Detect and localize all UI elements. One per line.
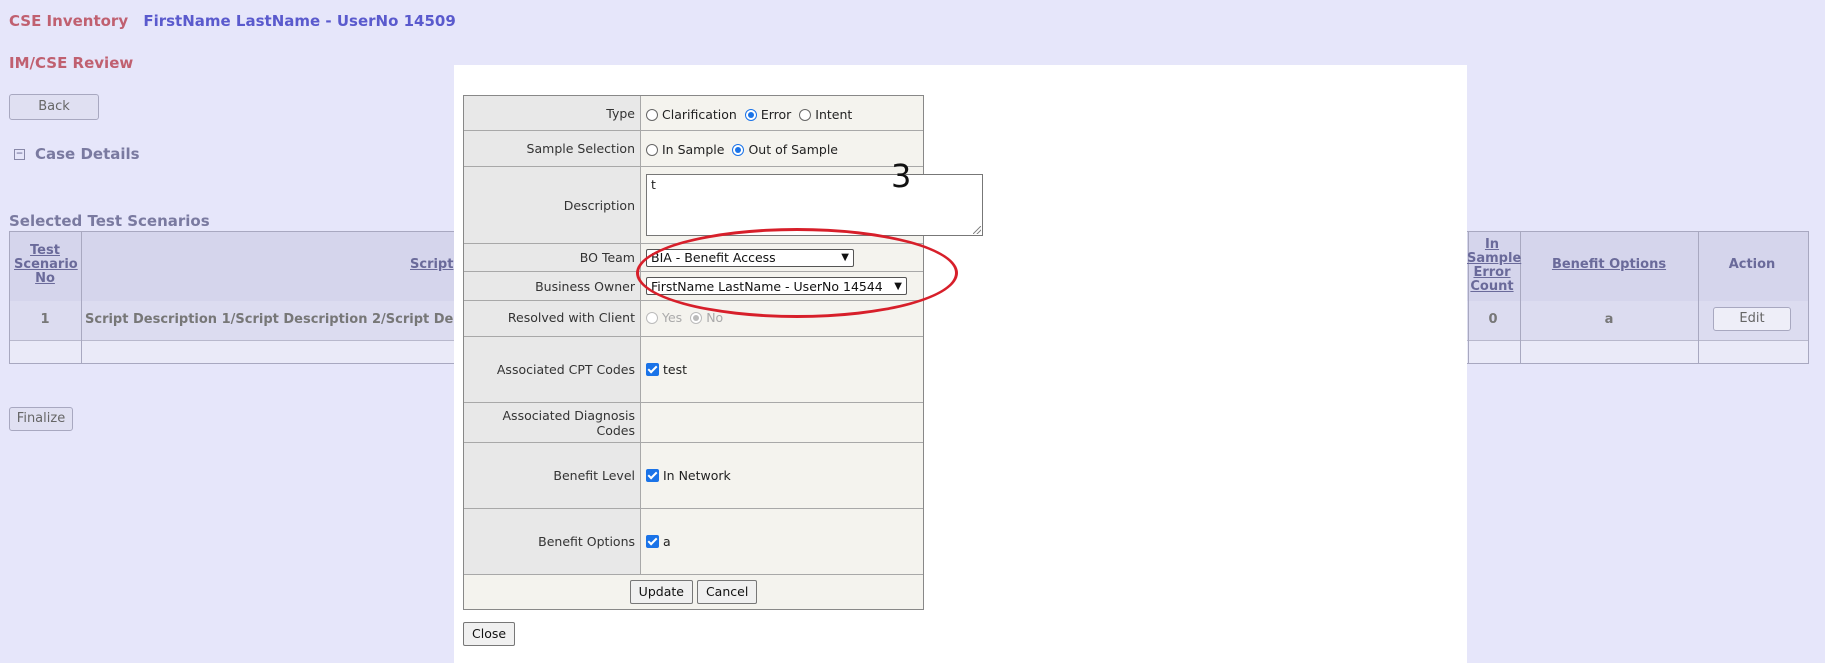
row-no: 1 — [40, 312, 50, 327]
annotation-ellipse — [636, 228, 958, 318]
page-subtitle: IM/CSE Review — [9, 54, 134, 72]
cpt-codes-label: Associated CPT Codes — [464, 337, 641, 402]
error-form: Type Clarification Error Intent Sample S… — [463, 95, 983, 610]
sample-option-out[interactable]: Out of Sample — [732, 142, 838, 157]
col-benefit-options[interactable]: Benefit Options — [1520, 258, 1698, 272]
radio-icon[interactable] — [646, 108, 658, 121]
col-test-scenario-no[interactable]: Test Scenario No — [14, 244, 78, 286]
finalize-button[interactable]: Finalize — [9, 407, 73, 431]
case-details-label: Case Details — [35, 145, 140, 163]
resize-handle-icon[interactable] — [973, 226, 981, 234]
diagnosis-codes-row: Associated Diagnosis Codes — [464, 403, 923, 443]
sample-option-in[interactable]: In Sample — [646, 142, 724, 157]
option-label: Out of Sample — [748, 142, 838, 157]
description-label: Description — [464, 167, 641, 243]
back-button[interactable]: Back — [9, 94, 99, 120]
benefit-options-row: Benefit Options a — [464, 509, 923, 575]
col-action: Action — [1728, 257, 1776, 272]
type-row: Type Clarification Error Intent — [464, 96, 923, 131]
type-option-clarification[interactable]: Clarification — [646, 107, 737, 122]
case-details-toggle[interactable]: − Case Details — [14, 145, 140, 163]
option-label: Error — [760, 106, 792, 122]
form-actions: Update Cancel — [464, 575, 923, 609]
business-owner-label: Business Owner — [464, 272, 641, 300]
collapse-icon[interactable]: − — [14, 149, 25, 160]
bo-team-label: BO Team — [464, 244, 641, 271]
description-textarea[interactable]: t — [646, 174, 983, 236]
checkbox-checked-icon[interactable] — [646, 535, 659, 548]
option-label: Intent — [815, 106, 853, 122]
close-button[interactable]: Close — [463, 622, 516, 646]
row-script: Script Description 1/Script Description … — [85, 312, 469, 327]
resolved-label: Resolved with Client — [464, 301, 641, 336]
cancel-button[interactable]: Cancel — [696, 580, 758, 604]
radio-selected-icon[interactable] — [744, 108, 757, 121]
benefit-level-label: Benefit Level — [464, 443, 641, 508]
cpt-codes-row: Associated CPT Codes test — [464, 337, 923, 403]
type-option-intent[interactable]: Intent — [799, 107, 852, 122]
option-label: Yes — [662, 310, 683, 325]
row-benefit-options: a — [1604, 312, 1614, 327]
radio-disabled-icon — [646, 312, 658, 324]
row-error-count: 0 — [1488, 312, 1498, 327]
col-in-sample-error-count[interactable]: In Sample Error Count — [1467, 238, 1521, 294]
edit-button[interactable]: Edit — [1713, 307, 1791, 331]
app-title: CSE Inventory — [9, 12, 129, 30]
user-name: FirstName LastName - UserNo 14509 — [143, 12, 456, 30]
benefit-level-row: Benefit Level In Network — [464, 443, 923, 509]
selected-scenarios-title: Selected Test Scenarios — [9, 212, 210, 230]
radio-icon[interactable] — [799, 108, 812, 121]
benefit-level-item: In Network — [663, 468, 731, 483]
diagnosis-codes-label: Associated Diagnosis Codes — [464, 403, 641, 442]
update-button[interactable]: Update — [629, 580, 693, 604]
sample-selection-label: Sample Selection — [464, 131, 641, 166]
checkbox-checked-icon[interactable] — [646, 469, 659, 482]
radio-icon[interactable] — [646, 144, 658, 156]
benefit-options-label: Benefit Options — [464, 509, 641, 574]
annotation-number: 3 — [891, 157, 912, 195]
checkbox-checked-icon[interactable] — [646, 363, 659, 376]
sample-selection-row: Sample Selection In Sample Out of Sample — [464, 131, 923, 167]
description-value: t — [651, 177, 656, 192]
radio-selected-icon[interactable] — [732, 144, 745, 156]
type-option-error[interactable]: Error — [744, 106, 792, 122]
radio-disabled-selected-icon — [690, 312, 703, 324]
page-header: CSE Inventory FirstName LastName - UserN… — [9, 12, 456, 30]
edit-error-modal: Type Clarification Error Intent Sample S… — [454, 65, 1467, 663]
option-label: Clarification — [662, 106, 737, 122]
resolved-option-yes: Yes — [646, 310, 682, 325]
cpt-code-item: test — [663, 362, 688, 377]
type-label: Type — [464, 96, 641, 130]
benefit-options-item: a — [663, 534, 671, 549]
option-label: In Sample — [662, 142, 725, 157]
